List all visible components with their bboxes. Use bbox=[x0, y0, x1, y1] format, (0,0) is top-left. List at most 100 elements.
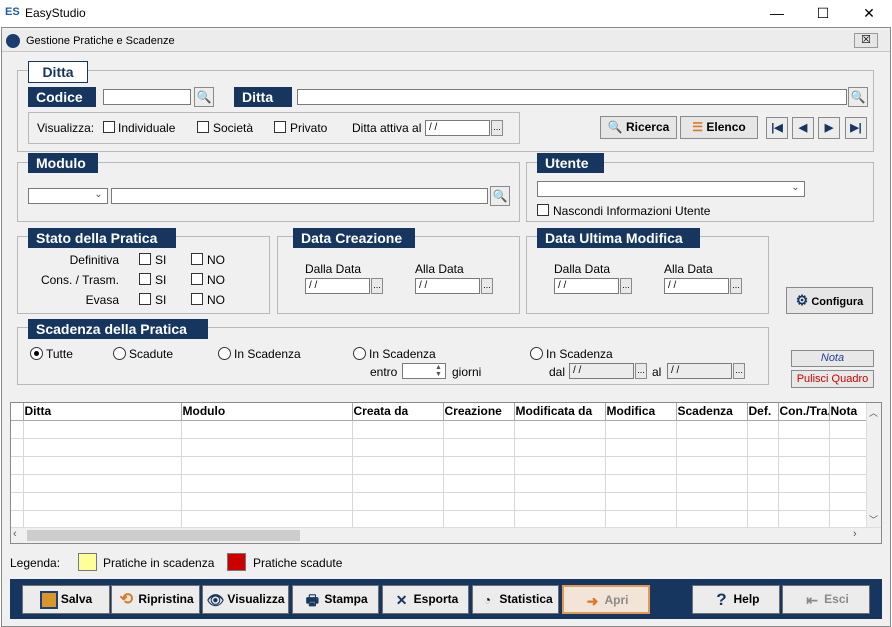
statistica-button[interactable]: ◔ Statistica bbox=[472, 585, 559, 614]
alla-data-label: Alla Data bbox=[664, 262, 713, 276]
first-record-button[interactable]: |◀ bbox=[766, 117, 788, 139]
visualizza-label: Visualizza: bbox=[37, 121, 95, 135]
definitiva-si-checkbox[interactable] bbox=[139, 253, 151, 265]
scadenza-dal-picker[interactable]: ... bbox=[635, 363, 647, 379]
scadenza-al-input[interactable]: / / bbox=[667, 363, 732, 379]
search-icon: 🔍 bbox=[607, 120, 623, 134]
exit-icon: ⇤ bbox=[806, 591, 819, 608]
eye-icon: 👁 bbox=[206, 591, 225, 608]
societa-checkbox[interactable] bbox=[197, 121, 209, 133]
close-button[interactable]: ✕ bbox=[846, 0, 892, 27]
child-close-button[interactable]: ☒ bbox=[854, 33, 878, 48]
ricerca-label: Ricerca bbox=[625, 120, 670, 134]
last-record-button[interactable]: ▶| bbox=[845, 117, 867, 139]
utente-combo[interactable] bbox=[537, 181, 805, 197]
maximize-button[interactable]: ☐ bbox=[800, 0, 846, 27]
modifica-dalla-input[interactable]: / / bbox=[554, 278, 619, 294]
legend-swatch-scadute bbox=[227, 553, 246, 571]
vertical-scrollbar[interactable] bbox=[866, 403, 881, 527]
table-row[interactable] bbox=[11, 474, 868, 493]
column-header[interactable]: Def. bbox=[747, 403, 779, 421]
salva-button[interactable]: Salva bbox=[22, 585, 110, 614]
definitiva-no-checkbox[interactable] bbox=[191, 253, 203, 265]
privato-checkbox[interactable] bbox=[274, 121, 286, 133]
stampa-button[interactable]: 🖶 Stampa bbox=[292, 585, 379, 614]
creazione-alla-input[interactable]: / / bbox=[415, 278, 480, 294]
esporta-button[interactable]: ✕ Esporta bbox=[382, 585, 469, 614]
ripristina-button[interactable]: ⟲ Ripristina bbox=[111, 585, 200, 614]
in-scadenza-radio[interactable] bbox=[218, 347, 231, 360]
stepper-arrows-icon[interactable]: ▲ ▼ bbox=[432, 364, 445, 378]
evasa-no-checkbox[interactable] bbox=[191, 293, 203, 305]
scroll-up-icon[interactable]: ︿ bbox=[869, 406, 878, 419]
statistica-label: Statistica bbox=[499, 592, 553, 606]
esci-button[interactable]: ⇤ Esci bbox=[782, 585, 870, 614]
apri-button[interactable]: ➜ Apri bbox=[562, 585, 650, 614]
column-header[interactable]: Modificata da bbox=[514, 403, 606, 421]
nascondi-checkbox[interactable] bbox=[537, 204, 549, 216]
stampa-label: Stampa bbox=[324, 592, 368, 606]
in-scadenza-label: In Scadenza bbox=[234, 347, 301, 361]
scadenza-title: Scadenza della Pratica bbox=[28, 319, 208, 339]
ditta-attiva-picker-button[interactable]: ... bbox=[491, 120, 503, 136]
dal-label: dal bbox=[549, 365, 566, 379]
column-header[interactable]: Modulo bbox=[181, 403, 353, 421]
modulo-title: Modulo bbox=[28, 153, 98, 173]
creazione-alla-picker[interactable]: ... bbox=[481, 278, 493, 294]
creazione-dalla-input[interactable]: / / bbox=[305, 278, 370, 294]
pulisci-quadro-button[interactable]: Pulisci Quadro bbox=[791, 370, 874, 388]
in-scadenza-dal-radio[interactable] bbox=[530, 347, 543, 360]
creazione-dalla-picker[interactable]: ... bbox=[371, 278, 383, 294]
scroll-down-icon[interactable]: ﹀ bbox=[869, 513, 878, 526]
scadenza-dal-input[interactable]: / / bbox=[569, 363, 634, 379]
codice-search-button[interactable]: 🔍 bbox=[194, 87, 214, 107]
individuale-checkbox[interactable] bbox=[103, 121, 115, 133]
ditta-search-button[interactable]: 🔍 bbox=[848, 87, 868, 107]
table-row[interactable] bbox=[11, 438, 868, 457]
column-header[interactable]: Modifica bbox=[605, 403, 677, 421]
ditta-group-title: Ditta bbox=[28, 61, 88, 83]
elenco-button[interactable]: ☰ Elenco bbox=[680, 116, 758, 139]
prev-record-button[interactable]: ◀ bbox=[792, 117, 814, 139]
cons-no-checkbox[interactable] bbox=[191, 273, 203, 285]
esporta-label: Esporta bbox=[413, 592, 459, 606]
table-row[interactable] bbox=[11, 456, 868, 475]
modifica-alla-input[interactable]: / / bbox=[664, 278, 729, 294]
column-header[interactable]: Creazione bbox=[443, 403, 515, 421]
column-header[interactable]: Con./Tra. bbox=[778, 403, 830, 421]
tutte-radio[interactable] bbox=[30, 347, 43, 360]
evasa-si-checkbox[interactable] bbox=[139, 293, 151, 305]
scroll-right-icon[interactable]: › bbox=[853, 528, 857, 540]
entro-label: entro bbox=[370, 365, 398, 379]
cons-si-checkbox[interactable] bbox=[139, 273, 151, 285]
column-header[interactable]: Creata da bbox=[352, 403, 444, 421]
column-header[interactable]: Ditta bbox=[23, 403, 182, 421]
ditta-input[interactable] bbox=[297, 89, 847, 105]
table-row[interactable] bbox=[11, 420, 868, 439]
nota-button[interactable]: Nota bbox=[791, 350, 874, 367]
configura-button[interactable]: ⚙ Configura bbox=[786, 287, 873, 314]
table-row[interactable] bbox=[11, 510, 868, 529]
help-button[interactable]: ? Help bbox=[692, 585, 780, 614]
in-scadenza-entro-radio[interactable] bbox=[353, 347, 366, 360]
table-row[interactable] bbox=[11, 492, 868, 511]
column-header[interactable]: Nota bbox=[829, 403, 868, 421]
minimize-button[interactable]: — bbox=[754, 0, 800, 27]
modifica-alla-picker[interactable]: ... bbox=[730, 278, 742, 294]
modifica-dalla-picker[interactable]: ... bbox=[620, 278, 632, 294]
visualizza-button[interactable]: 👁 Visualizza bbox=[202, 585, 289, 614]
scadute-radio[interactable] bbox=[113, 347, 126, 360]
ditta-attiva-input[interactable]: / / bbox=[425, 120, 490, 136]
pratiche-table[interactable]: Ditta Modulo Creata da Creazione Modific… bbox=[10, 402, 882, 544]
horizontal-scroll-thumb[interactable] bbox=[27, 530, 300, 541]
modulo-input[interactable] bbox=[111, 188, 488, 204]
column-header[interactable]: Scadenza bbox=[676, 403, 748, 421]
codice-input[interactable] bbox=[103, 89, 191, 105]
scroll-left-icon[interactable]: ‹ bbox=[13, 528, 17, 540]
scadenza-al-picker[interactable]: ... bbox=[733, 363, 745, 379]
modulo-search-button[interactable]: 🔍 bbox=[490, 186, 510, 206]
next-record-button[interactable]: ▶ bbox=[818, 117, 840, 139]
ricerca-button[interactable]: 🔍 Ricerca bbox=[600, 116, 677, 139]
in-scadenza-dal-label: In Scadenza bbox=[546, 347, 613, 361]
open-arrow-icon: ➜ bbox=[586, 592, 599, 609]
